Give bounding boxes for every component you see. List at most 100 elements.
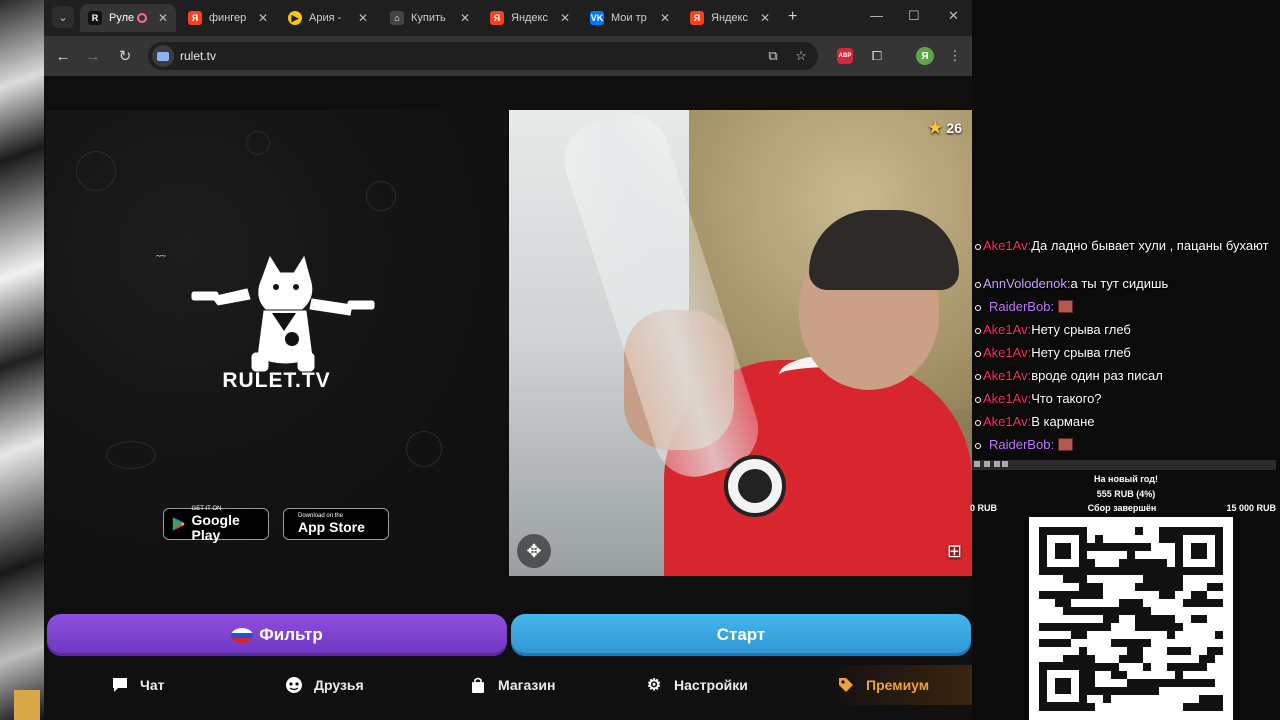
nav-settings-label: Настройки [674,677,748,693]
nav-chat[interactable]: Чат [110,665,164,705]
chat-text: Да ладно бывает хули , пацаны бухают [1031,238,1269,253]
nav-shop[interactable]: Магазин [468,665,555,705]
app-store-badge[interactable]: Download on the App Store [283,508,389,540]
promo-panel: ~~ RULET.TV GET IT ON Google Play Downlo… [46,111,507,576]
doodle-decoration [106,441,156,469]
partner-video[interactable]: ★ 26 ✥ ⊞ [509,110,972,576]
url-text[interactable]: rulet.tv [180,49,216,63]
profile-avatar[interactable]: Я [914,45,936,67]
star-icon: ★ [928,120,943,137]
tab-yandex-1[interactable]: Я Яндекс ✕ [482,4,578,32]
stream-background-corner [14,690,40,720]
filter-button-label: Фильтр [259,625,323,644]
close-tab-icon[interactable]: ✕ [660,11,670,25]
new-tab-icon[interactable]: + [788,8,797,26]
profile-letter: Я [916,47,934,65]
chat-message: AnnVolodenok:а ты тут сидишь [975,276,1275,292]
adblock-plus-icon[interactable]: ABP [834,45,856,67]
minimize-icon[interactable]: — [870,8,883,23]
chat-message: Ake1Av:В кармане [975,414,1275,430]
rulet-favicon-icon: R [88,11,102,25]
chat-icon [110,675,130,695]
browser-window: ⌄ R Руле ✕ Я фингер ✕ ▶ Ария - ✕ ⌂ Купит… [44,0,972,720]
chat-text: вроде один раз писал [1031,368,1163,383]
chat-text: В кармане [1031,414,1095,429]
shop-favicon-icon: ⌂ [390,11,404,25]
site-info-icon[interactable] [152,45,174,67]
fundraiser-min: 0 RUB [970,503,998,513]
gamepad-icon[interactable]: ✥ [517,534,551,568]
address-bar[interactable]: rulet.tv [148,42,818,70]
chat-message: Ake1Av:Да ладно бывает хули , пацаны бух… [975,238,1275,254]
gift-icon[interactable]: ⊞ [947,541,962,562]
extensions-icon[interactable]: ⧠ [866,45,888,67]
chat-message: Ake1Av:вроде один раз писал [975,368,1275,384]
tab-rulet[interactable]: R Руле ✕ [80,4,176,32]
chat-username: Ake1Av [983,238,1028,253]
nav-premium[interactable]: Премиум [836,665,929,705]
menu-kebab-icon[interactable]: ⋮ [944,45,966,67]
qr-finder [1039,527,1087,575]
stream-background [0,0,44,720]
russia-flag-icon [231,627,254,643]
tab-title: Ария - [309,12,342,24]
play-favicon-icon: ▶ [288,11,302,25]
gear-icon: ⚙ [646,677,662,694]
yandex-favicon-icon: Я [690,11,704,25]
forward-icon[interactable]: → [82,45,104,67]
browser-toolbar: ← → ↻ rulet.tv ⧉ ☆ ABP ⧠ Я ⋮ [44,36,972,76]
start-button-label: Старт [716,625,766,644]
install-app-icon[interactable]: ⧉ [762,45,784,67]
chat-message: Ake1Av:Нету срыва глеб [975,345,1275,361]
close-tab-icon[interactable]: ✕ [158,11,168,25]
doodle-decoration [76,151,116,191]
chat-username: Ake1Av [983,391,1028,406]
chat-username: Ake1Av [983,414,1028,429]
chat-message: RaiderBob: [975,299,1275,315]
app-store-text: App Store [298,519,365,535]
chat-toolbar [972,460,1276,470]
qr-finder [1175,527,1223,575]
video-shirt-logo [724,455,786,517]
tab-search-icon[interactable]: ⌄ [52,6,74,28]
qr-finder [1039,662,1087,710]
bookmark-star-icon[interactable]: ☆ [790,45,812,67]
doodle-decoration [406,431,442,467]
tab-fingers[interactable]: Я фингер ✕ [180,4,276,32]
chat-username: Ake1Av [983,345,1028,360]
donation-qr-code [1029,517,1233,720]
tab-buy[interactable]: ⌂ Купить ✕ [382,4,478,32]
chat-text: Нету срыва глеб [1031,322,1131,337]
tab-aria[interactable]: ▶ Ария - ✕ [280,4,376,32]
chat-username: Ake1Av [983,322,1028,337]
star-rating[interactable]: ★ 26 [928,118,962,138]
emote-icon [1058,300,1074,313]
back-icon[interactable]: ← [52,45,74,67]
fundraiser-widget: На новый год! 555 RUB (4%) Сбор завершён… [970,472,1280,516]
google-play-badge[interactable]: GET IT ON Google Play [163,506,269,542]
tag-icon [836,675,856,695]
doodle-decoration [246,131,270,155]
close-tab-icon[interactable]: ✕ [560,11,570,25]
nav-settings[interactable]: ⚙ Настройки [644,665,748,705]
rulet-tv-logo-text: RULET.TV [222,369,331,392]
tab-yandex-2[interactable]: Я Яндекс ✕ [682,4,778,32]
filter-button[interactable]: Фильтр [47,614,507,656]
fundraiser-title: На новый год! [1094,474,1158,484]
close-tab-icon[interactable]: ✕ [760,11,770,25]
close-tab-icon[interactable]: ✕ [460,11,470,25]
chat-text: Что такого? [1031,391,1102,406]
close-window-icon[interactable]: ✕ [948,8,959,24]
fundraiser-amount: 555 RUB (4%) [1096,489,1156,499]
close-tab-icon[interactable]: ✕ [358,11,368,25]
tab-title: фингер [209,12,247,24]
nav-friends[interactable]: Друзья [284,665,364,705]
tab-vk[interactable]: VK Мои тр ✕ [582,4,678,32]
nav-premium-label: Премиум [866,677,930,693]
star-count-value: 26 [946,120,962,136]
vk-favicon-icon: VK [590,11,604,25]
reload-icon[interactable]: ↻ [114,45,136,67]
close-tab-icon[interactable]: ✕ [258,11,268,25]
start-button[interactable]: Старт [511,614,971,656]
maximize-icon[interactable]: ☐ [908,8,920,24]
